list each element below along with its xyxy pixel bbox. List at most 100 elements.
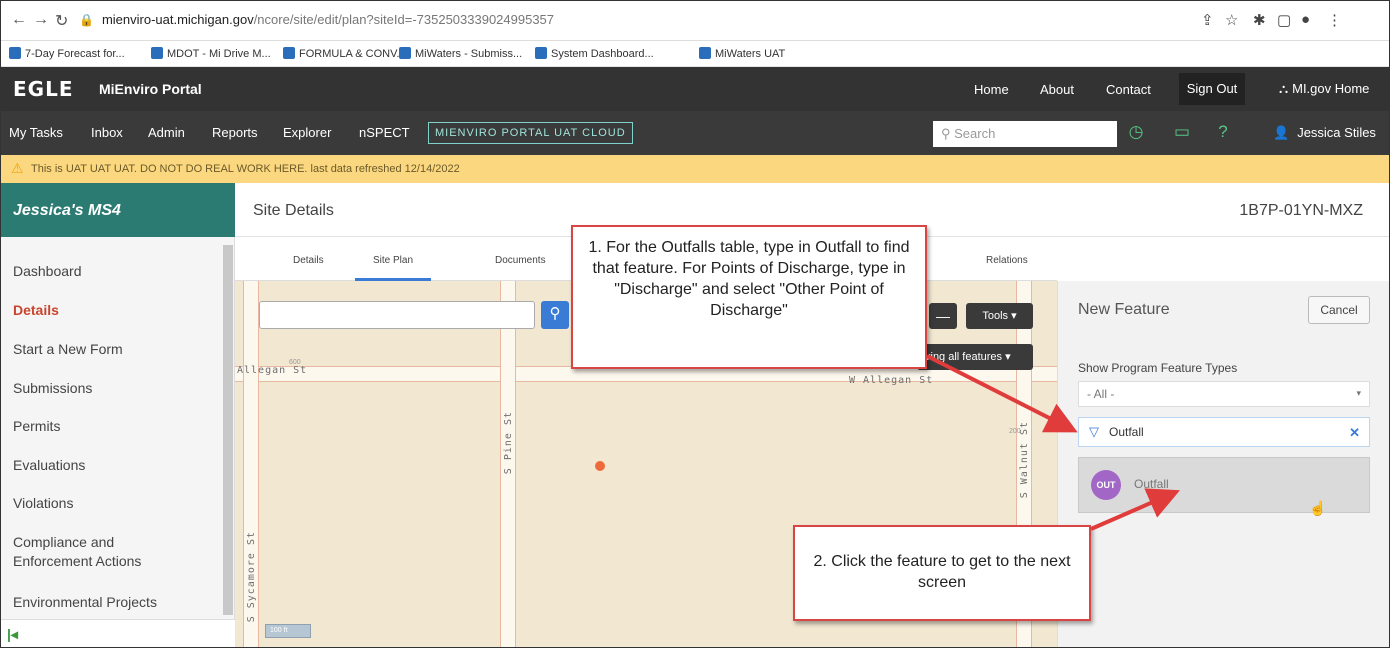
zoom-out-button[interactable]: —: [929, 303, 957, 329]
feature-type-badge: OUT: [1091, 470, 1121, 500]
reload-icon[interactable]: ↻: [55, 11, 68, 31]
forward-icon[interactable]: →: [33, 11, 49, 29]
sidebar-scrollbar[interactable]: [223, 245, 233, 615]
bookmark-icon: [699, 47, 711, 59]
cancel-button[interactable]: Cancel: [1308, 296, 1370, 324]
star-icon[interactable]: ☆: [1225, 11, 1238, 29]
sidepanel-icon[interactable]: ▢: [1277, 11, 1291, 29]
migov-label: MI.gov Home: [1292, 81, 1370, 96]
collapse-sidebar-icon[interactable]: |◂: [7, 626, 18, 643]
sign-out-button[interactable]: Sign Out: [1179, 73, 1245, 105]
nav-explorer[interactable]: Explorer: [283, 125, 331, 140]
nav-reports[interactable]: Reports: [212, 125, 258, 140]
bookmark-item[interactable]: System Dashboard...: [535, 47, 654, 60]
tools-button[interactable]: Tools ▾: [966, 303, 1033, 329]
bookmark-item[interactable]: FORMULA & CONV...: [283, 47, 406, 60]
sidebar-item-evaluations[interactable]: Evaluations: [13, 456, 85, 475]
main-nav: My Tasks Inbox Admin Reports Explorer nS…: [1, 111, 1389, 155]
bookmark-item[interactable]: 7-Day Forecast for...: [9, 47, 125, 60]
help-icon[interactable]: ?: [1212, 122, 1234, 144]
lock-icon: 🔒: [79, 13, 94, 27]
street-label-pine: S Pine St: [503, 411, 514, 475]
sidebar-item-dashboard[interactable]: Dashboard: [13, 262, 82, 281]
extensions-icon[interactable]: ✱: [1253, 11, 1266, 29]
url-field[interactable]: 🔒 mienviro-uat.michigan.gov/ncore/site/ed…: [79, 12, 554, 27]
clock-icon[interactable]: ◷: [1125, 122, 1147, 144]
sidebar: Dashboard Details Start a New Form Submi…: [1, 237, 235, 647]
back-icon[interactable]: ←: [11, 11, 27, 29]
sidebar-item-environmental-projects[interactable]: Environmental Projects: [13, 593, 157, 612]
about-link[interactable]: About: [1040, 82, 1074, 97]
clear-icon[interactable]: ✕: [1349, 425, 1360, 441]
egle-logo[interactable]: EGLE: [13, 77, 73, 101]
map-scale: 100 ft: [265, 624, 311, 638]
share-icon[interactable]: ⇪: [1201, 11, 1214, 29]
bookmark-item[interactable]: MiWaters - Submiss...: [399, 47, 522, 60]
address-hint: 200: [1009, 428, 1021, 435]
sidebar-item-compliance[interactable]: Compliance and Enforcement Actions: [13, 533, 173, 571]
feature-item-outfall[interactable]: OUT Outfall ☝: [1078, 457, 1370, 516]
feature-name: Outfall: [1134, 477, 1169, 491]
portal-name: MiEnviro Portal: [99, 81, 202, 97]
map-marker[interactable]: [595, 461, 605, 471]
migov-home-link[interactable]: ⛬ MI.gov Home: [1279, 81, 1369, 97]
warning-banner: ⚠ This is UAT UAT UAT. DO NOT DO REAL WO…: [1, 155, 1389, 183]
mitten-icon: ⛬: [1279, 81, 1289, 96]
address-hint: 600: [289, 359, 301, 366]
search-input[interactable]: ⚲ Search: [933, 121, 1117, 147]
warning-icon: ⚠: [11, 160, 24, 176]
url-path: /ncore/site/edit/plan?siteId=-7352503339…: [253, 12, 555, 27]
bookmark-icon: [283, 47, 295, 59]
page-title: Site Details: [253, 202, 334, 219]
bookmarks-bar: 7-Day Forecast for... MDOT - Mi Drive M.…: [1, 41, 1389, 67]
sidebar-item-submissions[interactable]: Submissions: [13, 379, 92, 398]
instruction-callout-2: 2. Click the feature to get to the next …: [793, 525, 1091, 621]
nav-my-tasks[interactable]: My Tasks: [9, 125, 63, 140]
feature-type-select[interactable]: - All - ▾: [1078, 381, 1370, 407]
instruction-callout-1: 1. For the Outfalls table, type in Outfa…: [571, 225, 927, 369]
user-menu[interactable]: 👤 Jessica Stiles: [1273, 125, 1376, 141]
street-label-allegan: Allegan St: [237, 365, 308, 376]
sidebar-item-permits[interactable]: Permits: [13, 417, 60, 436]
bookmark-item[interactable]: MiWaters UAT: [699, 47, 785, 60]
bookmark-icon: [535, 47, 547, 59]
sidebar-item-violations[interactable]: Violations: [13, 494, 73, 513]
showing-features-button[interactable]: ving all features ▾: [917, 344, 1033, 370]
profile-icon[interactable]: ●: [1301, 11, 1310, 28]
environment-badge: MIENVIRO PORTAL UAT CLOUD: [428, 122, 633, 144]
app-header: EGLE MiEnviro Portal Home About Contact …: [1, 67, 1389, 111]
bookmark-icon: [9, 47, 21, 59]
street-label-w-allegan: W Allegan St: [849, 375, 934, 386]
sidebar-item-start-form[interactable]: Start a New Form: [13, 340, 123, 359]
chevron-down-icon: ▾: [1356, 388, 1361, 398]
menu-icon[interactable]: ⋮: [1327, 11, 1342, 29]
nav-admin[interactable]: Admin: [148, 125, 185, 140]
feature-types-label: Show Program Feature Types: [1078, 361, 1238, 375]
home-link[interactable]: Home: [974, 82, 1009, 97]
site-id: 1B7P-01YN-MXZ: [1239, 202, 1363, 219]
sidebar-item-details[interactable]: Details: [13, 301, 59, 320]
user-name: Jessica Stiles: [1297, 125, 1376, 140]
tab-site-plan[interactable]: Site Plan: [355, 255, 432, 281]
map-search-input[interactable]: [259, 301, 535, 329]
tab-details[interactable]: Details: [293, 255, 324, 266]
url-host: mienviro-uat.michigan.gov: [101, 12, 254, 27]
panel-title: New Feature: [1078, 301, 1170, 318]
map-search-button[interactable]: ⚲: [541, 301, 569, 329]
contact-link[interactable]: Contact: [1106, 82, 1151, 97]
tab-relations[interactable]: Relations: [986, 255, 1028, 266]
nav-inbox[interactable]: Inbox: [91, 125, 123, 140]
bookmark-icon: [399, 47, 411, 59]
new-feature-panel: New Feature Cancel Show Program Feature …: [1057, 281, 1389, 647]
browser-address-bar: ← → ↻ 🔒 mienviro-uat.michigan.gov/ncore/s…: [1, 1, 1389, 41]
feature-type-value: - All -: [1087, 387, 1115, 401]
street-label-sycamore: S Sycamore St: [246, 531, 257, 623]
filter-icon: ▽: [1089, 424, 1099, 439]
tab-documents[interactable]: Documents: [495, 255, 546, 266]
comment-icon[interactable]: ▭: [1171, 122, 1193, 144]
bookmark-item[interactable]: MDOT - Mi Drive M...: [151, 47, 271, 60]
feature-filter-input[interactable]: ▽ Outfall ✕: [1078, 417, 1370, 447]
nav-nspect[interactable]: nSPECT: [359, 125, 410, 140]
user-icon: 👤: [1273, 125, 1290, 140]
warning-text: This is UAT UAT UAT. DO NOT DO REAL WORK…: [31, 163, 460, 175]
